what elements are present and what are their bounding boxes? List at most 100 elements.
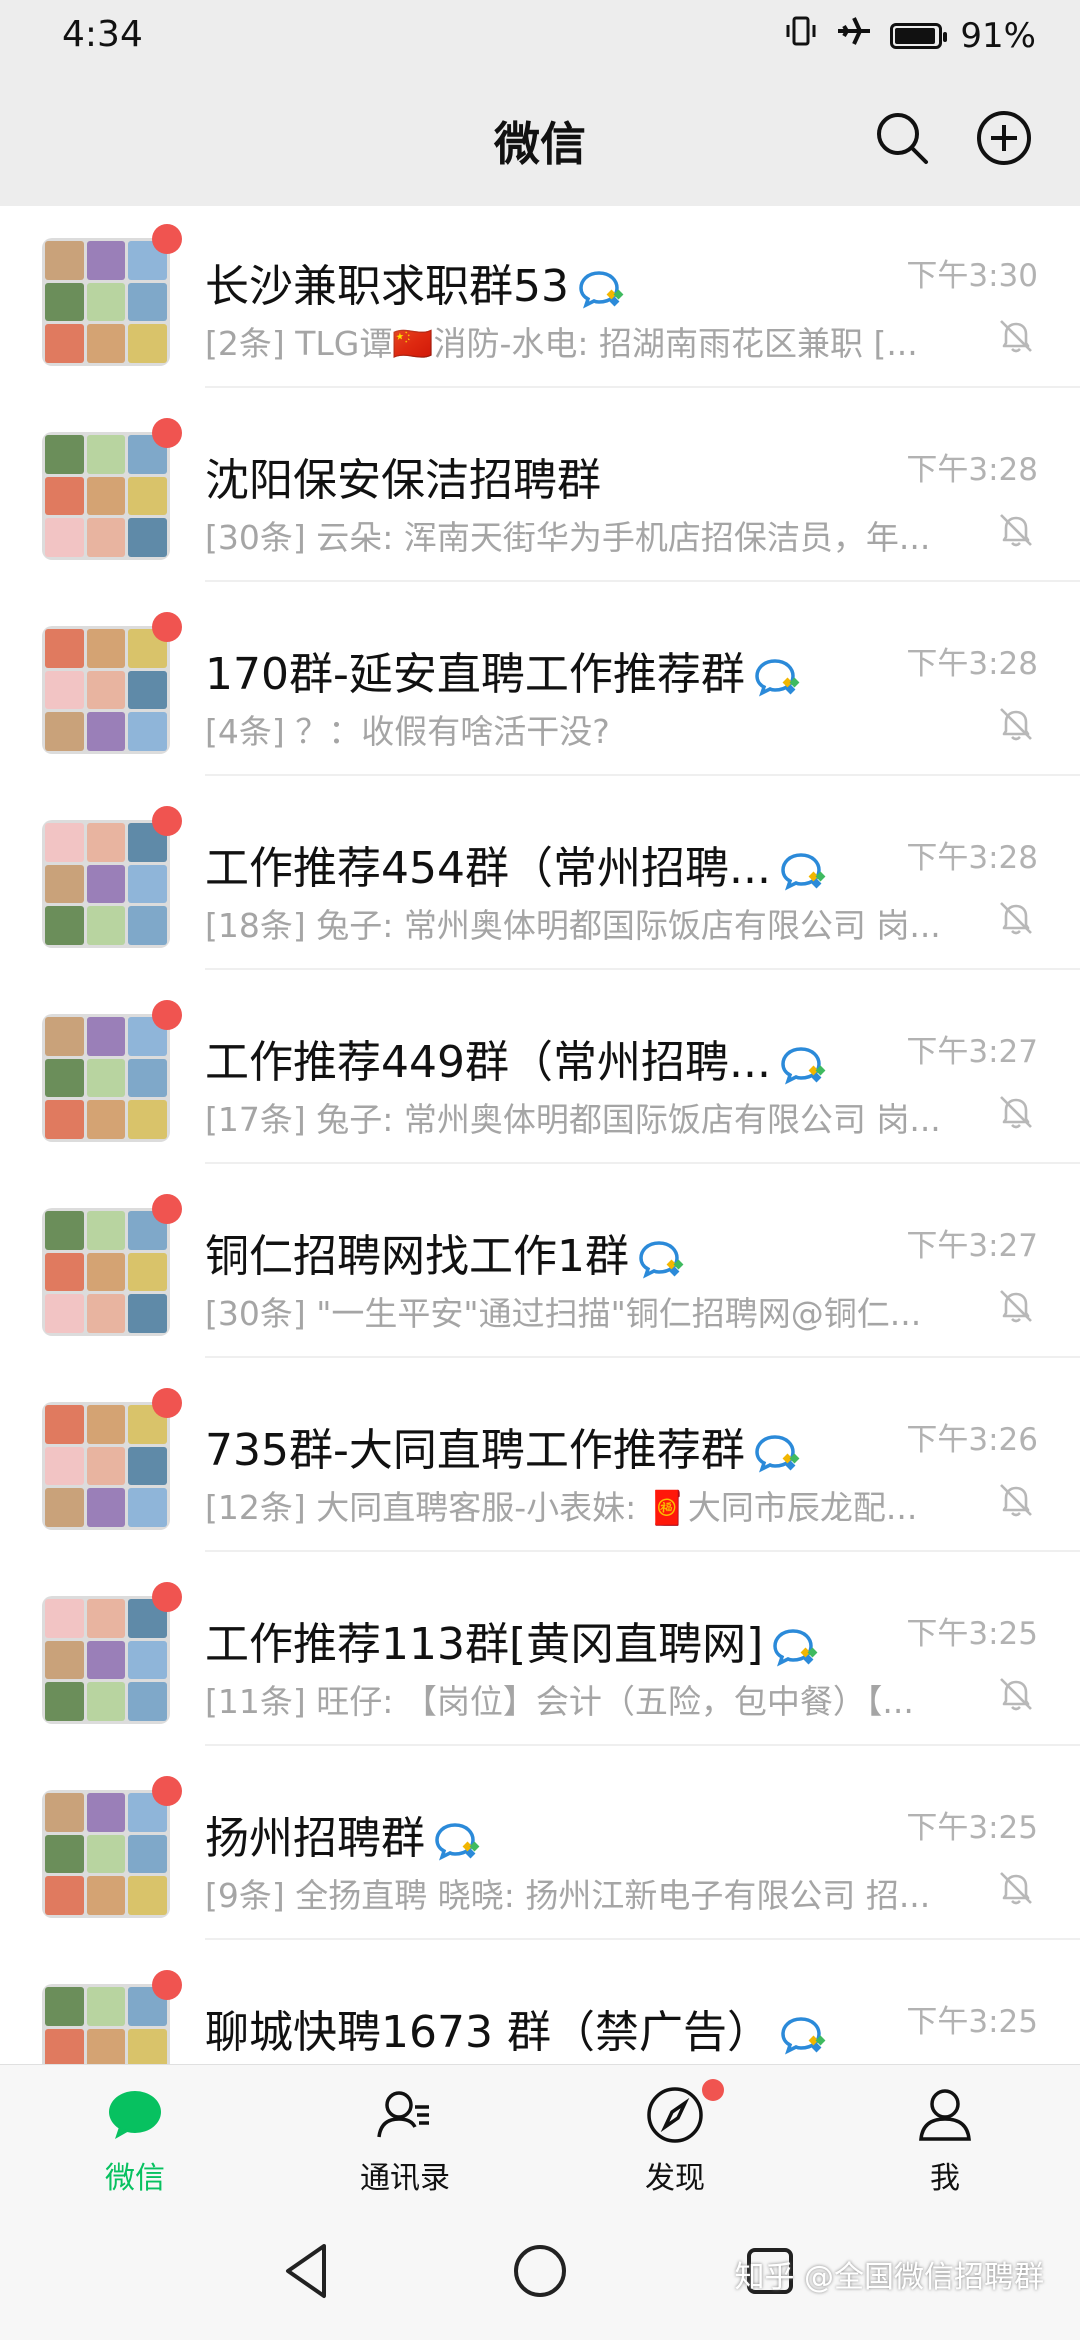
unread-dot [152, 1000, 182, 1030]
chat-name-text: 长沙兼职求职群53 [205, 261, 569, 312]
chat-row[interactable]: 铜仁招聘网找工作1群 下午3:27 [30条] "一生平安"通过扫描"铜仁招聘网@铜… [0, 1164, 1080, 1358]
add-icon[interactable] [974, 108, 1034, 168]
unread-dot [152, 1582, 182, 1612]
chat-name-text: 735群-大同直聘工作推荐群 [205, 1425, 745, 1476]
vibrate-icon [784, 14, 818, 57]
tab-label: 发现 [645, 2161, 705, 2196]
chat-name-text: 沈阳保安保洁招聘群 [205, 455, 601, 506]
chat-row[interactable]: 170群-延安直聘工作推荐群 下午3:28 [4条] ？：收假有啥活干没? [0, 582, 1080, 776]
chat-name-text: 工作推荐454群（常州招聘... [205, 843, 771, 894]
chat-time: 下午3:25 [906, 1810, 1038, 1846]
enterprise-group-icon [773, 1627, 821, 1667]
status-time: 4:34 [62, 14, 143, 55]
search-icon[interactable] [872, 108, 932, 168]
chat-name: 工作推荐454群（常州招聘... [205, 832, 829, 896]
group-avatar [42, 1402, 170, 1530]
chat-row[interactable]: 扬州招聘群 下午3:25 [9条] 全扬直聘 晓晓: 扬州江新电子有限公司 招... [0, 1746, 1080, 1940]
unread-dot [152, 806, 182, 836]
mute-bell-icon [996, 1286, 1036, 1326]
mute-bell-icon [996, 1674, 1036, 1714]
group-avatar [42, 1014, 170, 1142]
battery-percent: 91% [960, 15, 1036, 56]
chat-preview: [2条] TLG谭🇨🇳消防-水电: 招湖南雨花区兼职 [... [205, 324, 918, 363]
chat-time: 下午3:25 [906, 1616, 1038, 1652]
chat-row[interactable]: 工作推荐454群（常州招聘... 下午3:28 [18条] 兔子: 常州奥体明都国际… [0, 776, 1080, 970]
enterprise-group-icon [781, 851, 829, 891]
chat-name-text: 工作推荐449群（常州招聘... [205, 1037, 771, 1088]
tab-chats[interactable]: 微信 [0, 2065, 270, 2201]
chat-name: 沈阳保安保洁招聘群 [205, 444, 601, 508]
mute-bell-icon [996, 704, 1036, 744]
chat-time: 下午3:26 [906, 1422, 1038, 1458]
watermark: 知乎 @全国微信招聘群 [734, 2260, 1044, 2295]
tab-me[interactable]: 我 [810, 2065, 1080, 2201]
mute-bell-icon [996, 316, 1036, 356]
chat-time: 下午3:27 [906, 1228, 1038, 1264]
chat-name-text: 扬州招聘群 [205, 1813, 425, 1864]
chat-time: 下午3:28 [906, 840, 1038, 876]
chat-row[interactable]: 沈阳保安保洁招聘群 下午3:28 [30条] 云朵: 浑南天街华为手机店招保洁员，年… [0, 388, 1080, 582]
notification-badge [702, 2079, 724, 2101]
battery-icon [890, 22, 948, 49]
unread-dot [152, 418, 182, 448]
group-avatar [42, 432, 170, 560]
chat-row[interactable]: 工作推荐113群[黄冈直聘网] 下午3:25 [11条] 旺仔: 【岗位】会计（五险… [0, 1552, 1080, 1746]
tab-label: 我 [930, 2161, 960, 2196]
tab-label: 通讯录 [360, 2161, 450, 2196]
chat-row[interactable]: 长沙兼职求职群53 下午3:30 [2条] TLG谭🇨🇳消防-水电: 招湖南雨花区兼… [0, 206, 1080, 388]
group-avatar [42, 238, 170, 366]
chat-name-text: 聊城快聘1673 群（禁广告） [205, 2007, 771, 2058]
enterprise-group-icon [435, 1821, 483, 1861]
home-icon[interactable] [505, 2236, 575, 2306]
chat-row[interactable]: 735群-大同直聘工作推荐群 下午3:26 [12条] 大同直聘客服-小表妹: 🧧大… [0, 1358, 1080, 1552]
group-avatar [42, 1790, 170, 1918]
tab-contacts[interactable]: 通讯录 [270, 2065, 540, 2201]
chat-name-text: 铜仁招聘网找工作1群 [205, 1231, 629, 1282]
compass-icon [647, 2087, 703, 2143]
chat-time: 下午3:25 [906, 2004, 1038, 2040]
enterprise-group-icon [755, 1433, 803, 1473]
chat-name: 工作推荐113群[黄冈直聘网] [205, 1608, 821, 1672]
enterprise-group-icon [781, 1045, 829, 1085]
enterprise-group-icon [639, 1239, 687, 1279]
chat-preview: [17条] 兔子: 常州奥体明都国际饭店有限公司 岗... [205, 1100, 941, 1139]
mute-bell-icon [996, 1480, 1036, 1520]
unread-dot [152, 1388, 182, 1418]
group-avatar [42, 1208, 170, 1336]
chat-preview: [30条] 云朵: 浑南天街华为手机店招保洁员，年... [205, 518, 931, 557]
mute-bell-icon [996, 898, 1036, 938]
chat-time: 下午3:28 [906, 452, 1038, 488]
enterprise-group-icon [579, 269, 627, 309]
chat-preview: [11条] 旺仔: 【岗位】会计（五险，包中餐）【... [205, 1682, 914, 1721]
mute-bell-icon [996, 1092, 1036, 1132]
chat-name: 735群-大同直聘工作推荐群 [205, 1414, 803, 1478]
group-avatar [42, 626, 170, 754]
chat-preview: [30条] "一生平安"通过扫描"铜仁招聘网@铜仁... [205, 1294, 922, 1333]
chat-name-text: 170群-延安直聘工作推荐群 [205, 649, 745, 700]
unread-dot [152, 224, 182, 254]
chat-name: 长沙兼职求职群53 [205, 250, 627, 314]
unread-dot [152, 612, 182, 642]
chat-time: 下午3:27 [906, 1034, 1038, 1070]
group-avatar [42, 1984, 170, 2064]
back-icon[interactable] [272, 2236, 342, 2306]
chat-name-text: 工作推荐113群[黄冈直聘网] [205, 1619, 764, 1670]
tab-label: 微信 [105, 2161, 165, 2196]
chat-preview: [12条] 大同直聘客服-小表妹: 🧧大同市辰龙配... [205, 1488, 918, 1527]
chat-row[interactable]: 聊城快聘1673 群（禁广告） 下午3:25 [0, 1940, 1080, 2064]
chat-name: 铜仁招聘网找工作1群 [205, 1220, 687, 1284]
unread-dot [152, 1194, 182, 1224]
bottom-tab-bar: 微信 通讯录 发现 我 [0, 2064, 1080, 2201]
unread-dot [152, 1776, 182, 1806]
mute-bell-icon [996, 1868, 1036, 1908]
chat-preview: [4条] ？：收假有啥活干没? [205, 712, 610, 751]
chat-bubble-icon [109, 2091, 161, 2139]
chat-row[interactable]: 工作推荐449群（常州招聘... 下午3:27 [17条] 兔子: 常州奥体明都国际… [0, 970, 1080, 1164]
chat-name: 扬州招聘群 [205, 1802, 483, 1866]
group-avatar [42, 1596, 170, 1724]
group-avatar [42, 820, 170, 948]
chat-name: 170群-延安直聘工作推荐群 [205, 638, 803, 702]
header: 微信 [0, 78, 1080, 206]
chat-list[interactable]: 长沙兼职求职群53 下午3:30 [2条] TLG谭🇨🇳消防-水电: 招湖南雨花区兼… [0, 206, 1080, 2064]
tab-discover[interactable]: 发现 [540, 2065, 810, 2201]
